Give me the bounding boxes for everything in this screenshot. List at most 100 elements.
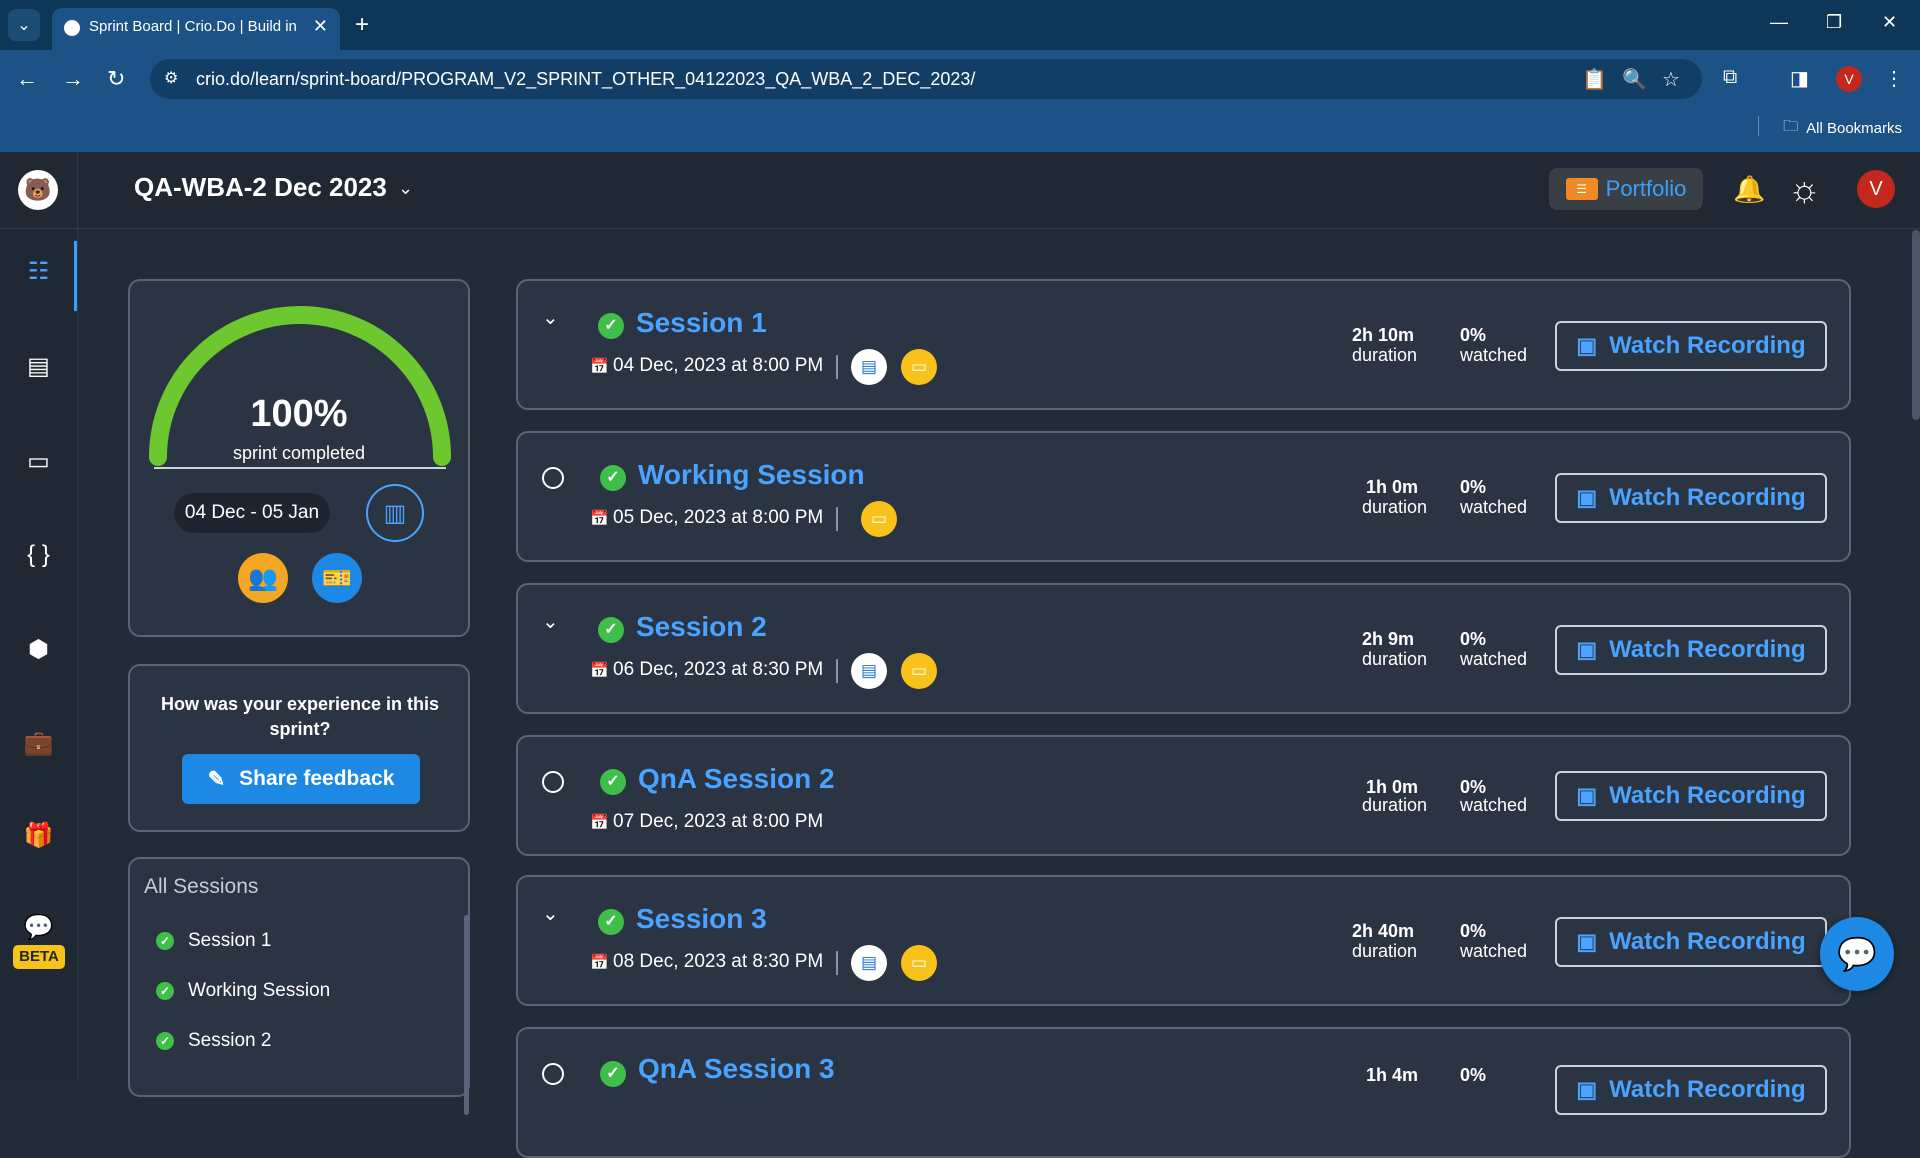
url-text[interactable]: crio.do/learn/sprint-board/PROGRAM_V2_SP… [196, 69, 975, 90]
restore-icon[interactable]: ❐ [1826, 12, 1842, 33]
session-card[interactable]: ✓ Working Session 📅 05 Dec, 2023 at 8:00… [516, 431, 1851, 562]
notes-document-icon[interactable]: ▤ [851, 945, 887, 981]
new-tab-button[interactable]: + [355, 11, 369, 39]
all-sessions-scrollbar[interactable] [464, 915, 469, 1115]
chevron-down-icon[interactable]: ⌄ [398, 178, 413, 199]
notes-document-icon[interactable]: ▤ [851, 653, 887, 689]
feedback-chat-icon[interactable]: 💬 [0, 913, 77, 942]
chevron-down-icon[interactable]: ⌄ [542, 609, 559, 634]
side-panel-icon[interactable]: ◨ [1790, 66, 1809, 91]
share-feedback-button[interactable]: ✎ Share feedback [182, 754, 420, 804]
tab-search-button[interactable]: ⌄ [8, 9, 40, 41]
extensions-icon[interactable]: ⧉ [1723, 66, 1737, 89]
watched-label: watched [1460, 345, 1528, 365]
watch-recording-button[interactable]: ▣ Watch Recording [1555, 321, 1827, 371]
cube-icon[interactable]: ⬢ [0, 635, 77, 664]
notes-document-icon[interactable]: ▤ [851, 349, 887, 385]
page-scrollbar[interactable] [1912, 230, 1920, 420]
radio-circle-icon[interactable] [542, 1063, 564, 1085]
clipboard-icon[interactable]: 📋 [1582, 67, 1607, 92]
session-divider [836, 507, 838, 531]
radio-circle-icon[interactable] [542, 771, 564, 793]
session-title[interactable]: Session 3 [636, 903, 767, 935]
all-sessions-item[interactable]: ✓ Session 2 [156, 1030, 271, 1052]
slides-presentation-icon[interactable]: ▭ [901, 653, 937, 689]
gauge-baseline [154, 467, 446, 469]
slides-presentation-icon[interactable]: ▭ [901, 945, 937, 981]
all-sessions-item-label: Working Session [188, 980, 331, 1001]
session-card[interactable]: ⌄ ✓ Session 1 📅 04 Dec, 2023 at 8:00 PM … [516, 279, 1851, 410]
address-bar[interactable]: ⚙ crio.do/learn/sprint-board/PROGRAM_V2_… [150, 59, 1702, 99]
recording-file-icon: ▣ [1576, 783, 1598, 808]
laptop-icon[interactable]: ▭ [0, 447, 77, 476]
session-title[interactable]: QnA Session 2 [638, 763, 835, 795]
chevron-down-icon: ⌄ [17, 17, 31, 34]
briefcase-icon[interactable]: 💼 [0, 729, 77, 758]
more-menu-icon[interactable]: ⋮ [1884, 66, 1904, 91]
group-icon: 👥 [248, 564, 278, 592]
back-icon[interactable]: ← [16, 66, 38, 92]
watch-recording-label: Watch Recording [1609, 928, 1806, 955]
chat-support-button[interactable]: 💬 [1820, 917, 1894, 991]
session-card[interactable]: ✓ QnA Session 2 📅 07 Dec, 2023 at 8:00 P… [516, 735, 1851, 856]
crio-logo[interactable]: 🐻 [18, 170, 58, 210]
all-sessions-item-label: Session 1 [188, 930, 272, 951]
calendar-icon: 📅 [590, 814, 609, 831]
progress-percent: 100% [250, 393, 348, 435]
watch-recording-label: Watch Recording [1609, 782, 1806, 809]
session-title[interactable]: Session 1 [636, 307, 767, 339]
check-circle-icon: ✓ [598, 617, 624, 643]
sprint-board-icon[interactable]: ☷ [0, 257, 77, 286]
all-sessions-item[interactable]: ✓ Session 1 [156, 930, 271, 952]
bell-icon[interactable]: 🔔 [1733, 174, 1765, 205]
slides-presentation-icon[interactable]: ▭ [861, 501, 897, 537]
library-books-button[interactable]: ▥ [366, 484, 424, 542]
close-icon[interactable]: ✕ [313, 16, 328, 37]
community-button[interactable]: 👥 [238, 553, 288, 603]
session-card[interactable]: ⌄ ✓ Session 3 📅 08 Dec, 2023 at 8:30 PM … [516, 875, 1851, 1006]
session-title[interactable]: QnA Session 3 [638, 1053, 835, 1085]
notes-icon[interactable]: ▤ [0, 352, 77, 381]
window-close-icon[interactable]: ✕ [1882, 12, 1897, 33]
watch-recording-button[interactable]: ▣ Watch Recording [1555, 917, 1827, 967]
sprint-title[interactable]: QA-WBA-2 Dec 2023 [134, 172, 387, 203]
theme-toggle-sun-icon[interactable]: ☼ [1788, 168, 1821, 210]
check-circle-icon: ✓ [156, 1032, 174, 1050]
portfolio-button[interactable]: ☰ Portfolio [1549, 168, 1703, 210]
code-braces-icon[interactable]: { } [0, 541, 77, 569]
watch-recording-button[interactable]: ▣ Watch Recording [1555, 473, 1827, 523]
gift-icon[interactable]: 🎁 [0, 821, 77, 850]
session-title[interactable]: Session 2 [636, 611, 767, 643]
zoom-icon[interactable]: 🔍 [1622, 67, 1647, 92]
browser-profile-avatar[interactable]: V [1836, 66, 1862, 92]
session-title[interactable]: Working Session [638, 459, 865, 491]
session-duration: 1h 0m [1366, 477, 1419, 497]
session-date: 07 Dec, 2023 at 8:00 PM [613, 811, 824, 832]
minimize-icon[interactable]: — [1770, 12, 1788, 33]
all-sessions-item[interactable]: ✓ Working Session [156, 980, 330, 1002]
session-divider [836, 659, 838, 683]
radio-circle-icon[interactable] [542, 467, 564, 489]
user-avatar[interactable]: V [1857, 170, 1895, 208]
watch-recording-button[interactable]: ▣ Watch Recording [1555, 1065, 1827, 1115]
session-card[interactable]: ✓ QnA Session 3 1h 4m 0% ▣ Watch Recordi… [516, 1027, 1851, 1158]
session-date: 06 Dec, 2023 at 8:30 PM [613, 659, 824, 680]
chevron-down-icon[interactable]: ⌄ [542, 305, 559, 330]
watch-recording-button[interactable]: ▣ Watch Recording [1555, 771, 1827, 821]
chevron-down-icon[interactable]: ⌄ [542, 901, 559, 926]
check-circle-icon: ✓ [600, 769, 626, 795]
edit-document-icon: ✎ [207, 767, 226, 791]
all-bookmarks[interactable]: 🗀 All Bookmarks [1783, 116, 1902, 141]
session-card[interactable]: ⌄ ✓ Session 2 📅 06 Dec, 2023 at 8:30 PM … [516, 583, 1851, 714]
session-divider [836, 355, 838, 379]
slides-presentation-icon[interactable]: ▭ [901, 349, 937, 385]
duration-label: duration [1362, 649, 1428, 669]
browser-tab-active[interactable]: Sprint Board | Crio.Do | Build in ✕ [52, 8, 340, 50]
reload-icon[interactable]: ↻ [107, 66, 125, 92]
ticket-button[interactable]: 🎫 [312, 553, 362, 603]
star-icon[interactable]: ☆ [1662, 67, 1680, 92]
forward-icon[interactable]: → [62, 66, 84, 92]
site-info-icon[interactable]: ⚙ [164, 68, 178, 88]
calendar-icon: 📅 [590, 510, 609, 527]
watch-recording-button[interactable]: ▣ Watch Recording [1555, 625, 1827, 675]
